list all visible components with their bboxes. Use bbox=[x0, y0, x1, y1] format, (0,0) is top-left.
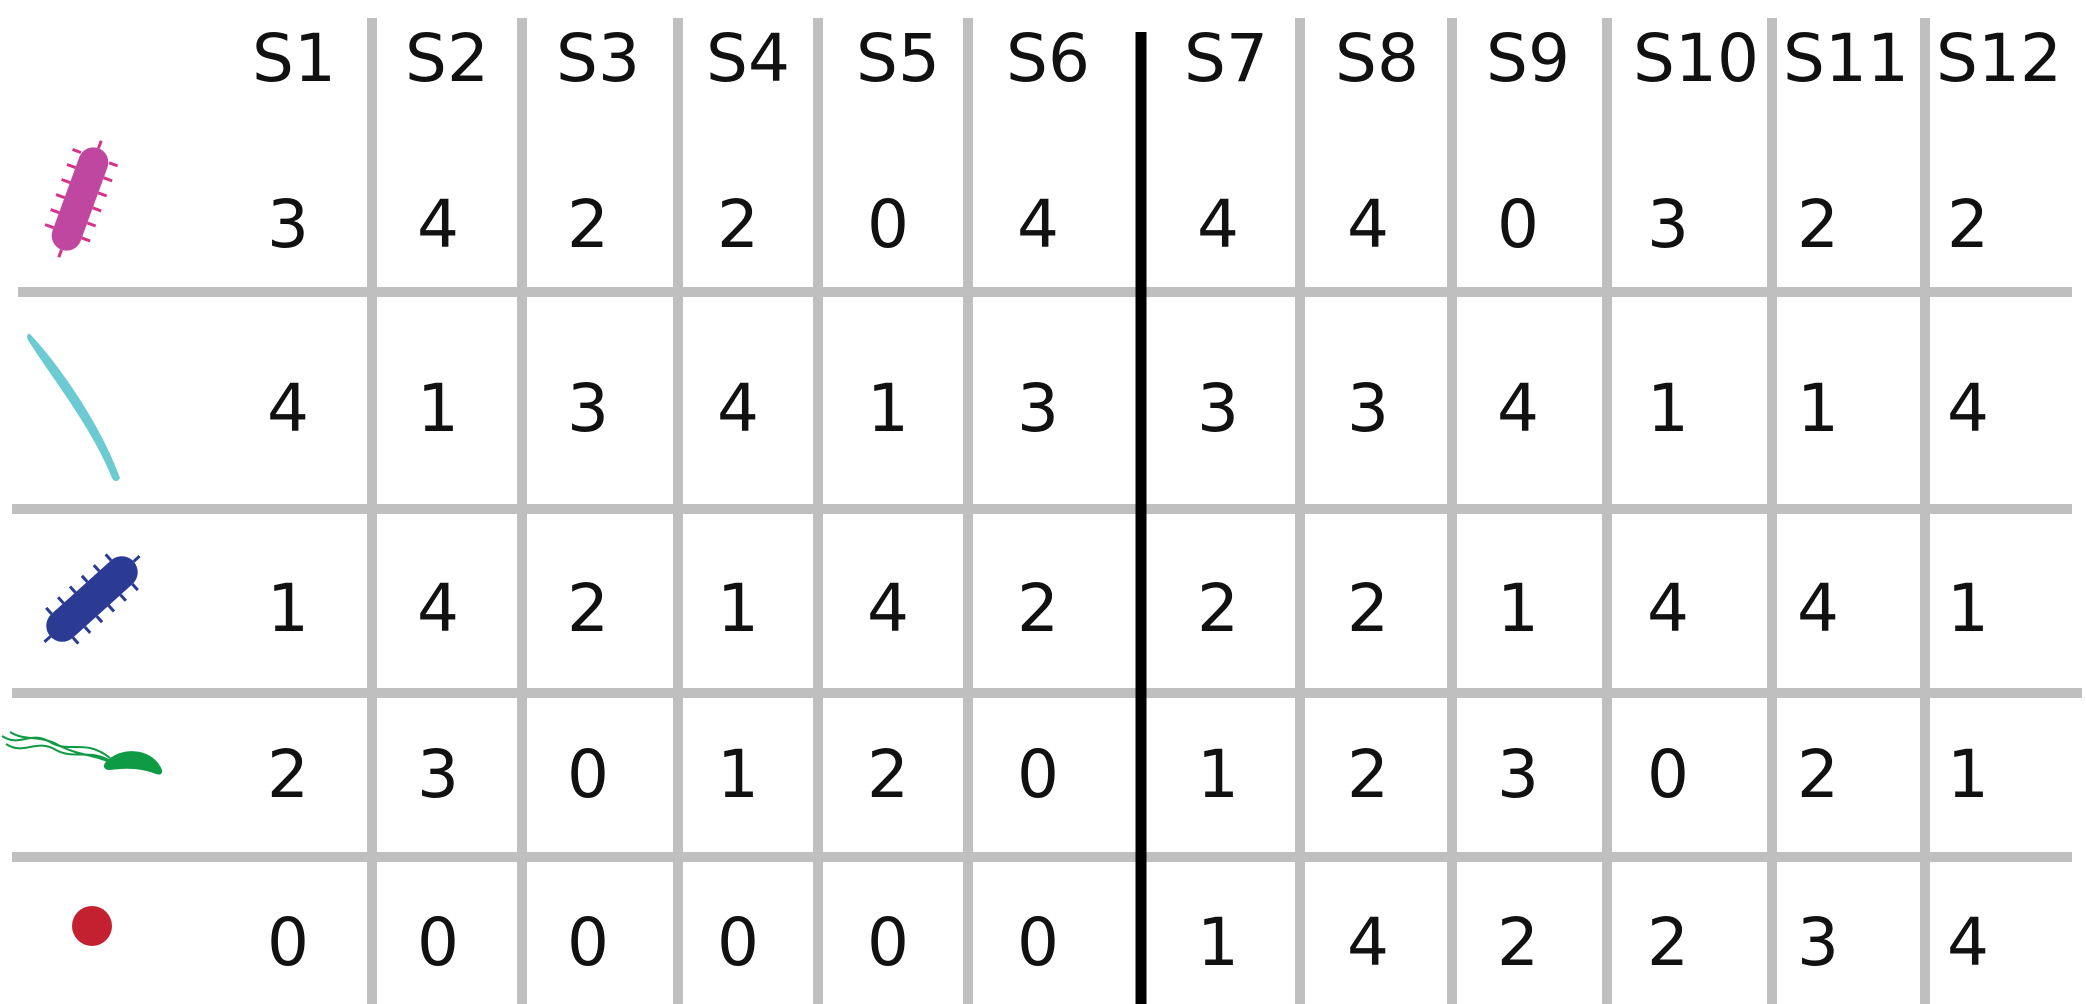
table-cell: 3 bbox=[417, 736, 459, 813]
table-cell: 1 bbox=[717, 736, 759, 813]
table-cell: 0 bbox=[867, 904, 909, 981]
table-cell: 3 bbox=[1497, 736, 1539, 813]
column-header-s2: S2 bbox=[405, 20, 489, 97]
table-cell: 2 bbox=[1947, 186, 1989, 263]
table-cell: 1 bbox=[717, 570, 759, 647]
grid-lines bbox=[12, 18, 2082, 1004]
table-cell: 0 bbox=[567, 904, 609, 981]
table-cell: 1 bbox=[417, 370, 459, 447]
table-cell: 2 bbox=[567, 570, 609, 647]
table-cell: 1 bbox=[1947, 570, 1989, 647]
blue-rod-bacterium-icon bbox=[43, 553, 141, 645]
column-header-s7: S7 bbox=[1184, 20, 1268, 97]
table-cell: 1 bbox=[1497, 570, 1539, 647]
table-cell: 0 bbox=[1647, 736, 1689, 813]
table-cell: 3 bbox=[1647, 186, 1689, 263]
column-header-s10: S10 bbox=[1633, 20, 1759, 97]
table-cell: 4 bbox=[1017, 186, 1059, 263]
table-cell: 1 bbox=[1197, 904, 1239, 981]
table-cell: 3 bbox=[1197, 370, 1239, 447]
column-header-s8: S8 bbox=[1335, 20, 1419, 97]
table-cell: 2 bbox=[1647, 904, 1689, 981]
column-header-s1: S1 bbox=[252, 20, 336, 97]
table-cell: 4 bbox=[417, 570, 459, 647]
column-header-s3: S3 bbox=[556, 20, 640, 97]
table-cell: 4 bbox=[267, 370, 309, 447]
table-cell: 2 bbox=[1017, 570, 1059, 647]
table-cell: 3 bbox=[1347, 370, 1389, 447]
table-cell: 3 bbox=[1017, 370, 1059, 447]
table-cell: 4 bbox=[1947, 370, 1989, 447]
table-cell: 2 bbox=[1797, 736, 1839, 813]
table-cell: 1 bbox=[867, 370, 909, 447]
green-flagellated-bacterium-icon bbox=[1, 731, 163, 775]
column-header-s5: S5 bbox=[856, 20, 940, 97]
table-cell: 2 bbox=[567, 186, 609, 263]
table-cell: 2 bbox=[1347, 570, 1389, 647]
red-coccus-icon bbox=[72, 906, 112, 946]
column-header-s4: S4 bbox=[706, 20, 790, 97]
table-cell: 0 bbox=[717, 904, 759, 981]
table-cell: 4 bbox=[417, 186, 459, 263]
table-cell: 4 bbox=[1497, 370, 1539, 447]
column-header-s6: S6 bbox=[1006, 20, 1090, 97]
table-cell: 2 bbox=[267, 736, 309, 813]
table-cell: 4 bbox=[1197, 186, 1239, 263]
table-cell: 4 bbox=[1947, 904, 1989, 981]
table-cell: 4 bbox=[717, 370, 759, 447]
table-cell: 0 bbox=[1497, 186, 1539, 263]
table-cell: 1 bbox=[1947, 736, 1989, 813]
table-cell: 4 bbox=[1797, 570, 1839, 647]
table-cell: 2 bbox=[1497, 904, 1539, 981]
table-cell: 0 bbox=[1017, 904, 1059, 981]
table-cell: 4 bbox=[867, 570, 909, 647]
table-cell: 2 bbox=[717, 186, 759, 263]
table-cell: 0 bbox=[417, 904, 459, 981]
table-cell: 1 bbox=[267, 570, 309, 647]
table-cell: 3 bbox=[567, 370, 609, 447]
table-cell: 1 bbox=[1197, 736, 1239, 813]
column-header-s9: S9 bbox=[1486, 20, 1570, 97]
pink-rod-bacterium-icon bbox=[44, 140, 119, 258]
table-cell: 4 bbox=[1347, 904, 1389, 981]
table-cell: 0 bbox=[567, 736, 609, 813]
column-header-s11: S11 bbox=[1783, 20, 1909, 97]
table-cell: 2 bbox=[867, 736, 909, 813]
table-cell: 2 bbox=[1797, 186, 1839, 263]
table-cell: 0 bbox=[267, 904, 309, 981]
table-cell: 3 bbox=[267, 186, 309, 263]
table-cell: 0 bbox=[867, 186, 909, 263]
table-cell: 3 bbox=[1797, 904, 1839, 981]
table-cell: 0 bbox=[1017, 736, 1059, 813]
table-cell: 4 bbox=[1347, 186, 1389, 263]
table-cell: 4 bbox=[1647, 570, 1689, 647]
column-header-s12: S12 bbox=[1936, 20, 2062, 97]
table-cell: 2 bbox=[1197, 570, 1239, 647]
table-cell: 1 bbox=[1647, 370, 1689, 447]
table-cell: 1 bbox=[1797, 370, 1839, 447]
table-cell: 2 bbox=[1347, 736, 1389, 813]
cyan-curved-rod-bacterium-icon bbox=[27, 333, 121, 481]
